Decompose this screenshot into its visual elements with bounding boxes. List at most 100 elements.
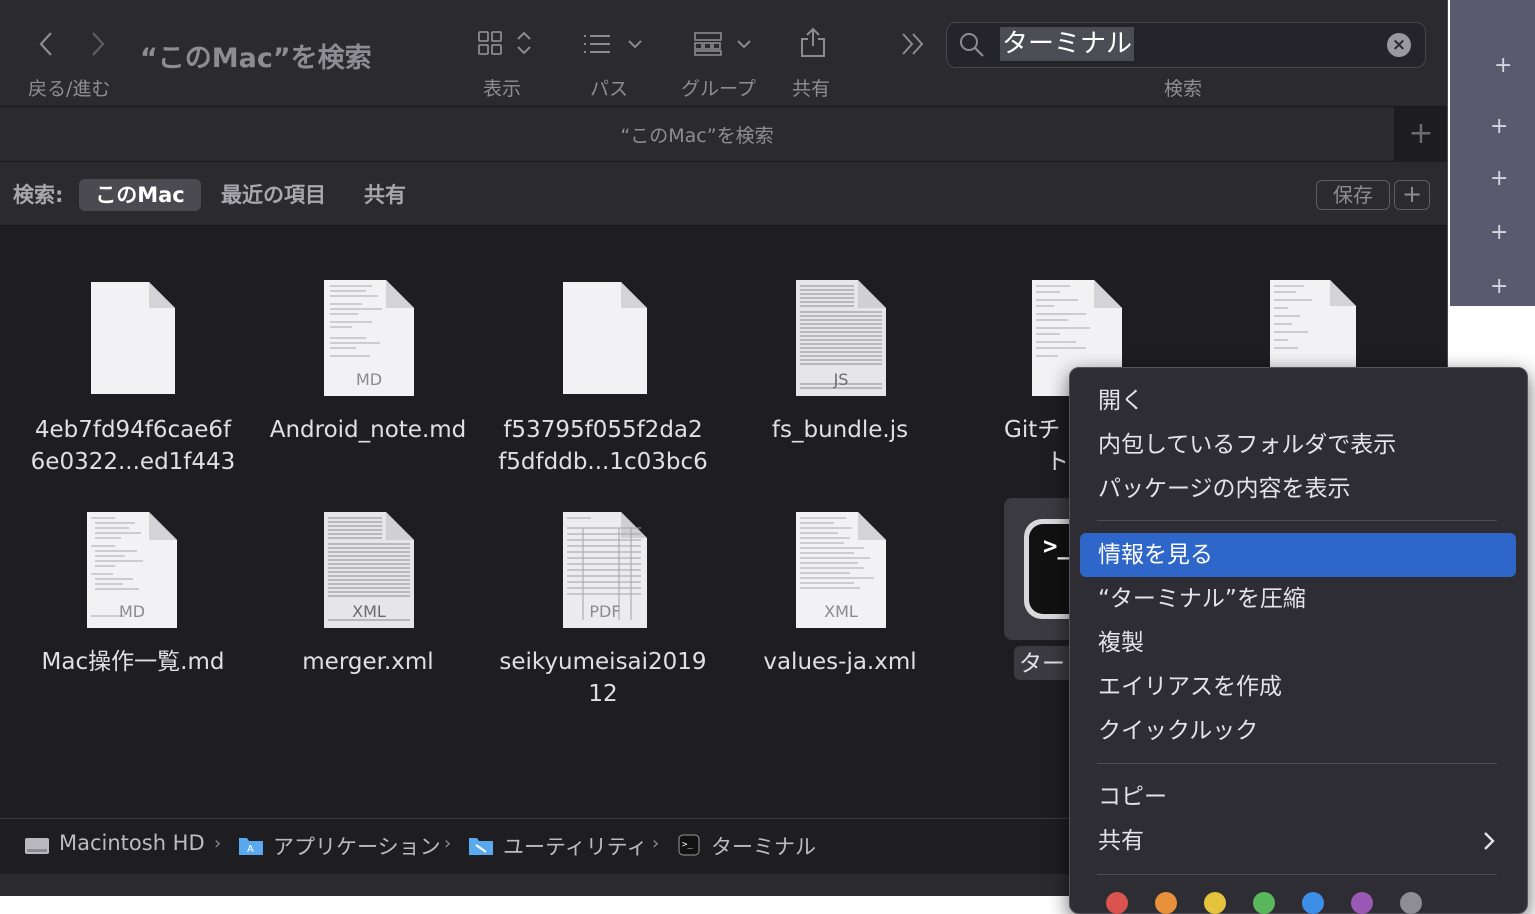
file-item[interactable]: PDF seikyumeisai2019 12 — [485, 510, 721, 710]
terminal-prompt: >_ — [1043, 532, 1072, 560]
file-name: f53795f055f2da2 — [503, 417, 703, 443]
window-title: “このMac”を検索 — [140, 43, 372, 74]
path-list-icon[interactable] — [582, 32, 646, 56]
file-name: Mac操作一覧.md — [41, 649, 225, 675]
svg-text:>_: >_ — [682, 840, 693, 850]
chevron-right-icon: › — [652, 833, 660, 854]
view-grid-icon[interactable] — [478, 30, 534, 60]
search-label: 検索 — [1164, 78, 1203, 100]
menu-item-show-in-enclosing-folder[interactable]: 内包しているフォルダで表示 — [1098, 423, 1396, 467]
path-label: パス — [590, 78, 629, 100]
file-name-line2: 12 — [588, 681, 618, 707]
scope-recent-button[interactable]: 最近の項目 — [221, 179, 326, 209]
hard-drive-icon — [25, 838, 49, 854]
menu-separator — [1097, 520, 1497, 521]
file-type-badge: PDF — [589, 602, 621, 621]
file-name: Android_note.md — [269, 417, 467, 443]
path-item-utilities[interactable]: ユーティリティ — [503, 831, 647, 861]
search-field[interactable]: ターミナル × — [946, 22, 1426, 68]
utilities-folder-icon — [469, 838, 493, 855]
file-type-badge: JS — [833, 370, 849, 389]
search-scope-bar: 検索: このMac 最近の項目 共有 — [0, 162, 1447, 226]
desktop-pattern-icon: + — [1490, 114, 1509, 139]
tag-yellow-icon[interactable] — [1204, 892, 1226, 914]
menu-item-get-info[interactable]: 情報を見る — [1098, 533, 1213, 577]
menu-item-quick-look[interactable]: クイックルック — [1098, 709, 1258, 753]
group-icon[interactable] — [694, 30, 756, 58]
new-tab-button[interactable]: + — [1394, 107, 1447, 163]
share-icon[interactable] — [800, 26, 826, 58]
menu-item-open[interactable]: 開く — [1098, 379, 1144, 423]
desktop-pattern-icon: + — [1494, 53, 1513, 78]
menu-item-duplicate[interactable]: 複製 — [1098, 621, 1144, 665]
terminal-small-icon: >_ — [678, 834, 700, 856]
add-criteria-button[interactable]: + — [1394, 180, 1430, 210]
svg-text:A: A — [247, 844, 254, 855]
tag-green-icon[interactable] — [1253, 892, 1275, 914]
file-type-badge: MD — [118, 602, 146, 621]
scope-this-mac-button[interactable]: このMac — [79, 179, 201, 211]
path-item-applications[interactable]: アプリケーション — [273, 831, 441, 861]
forward-icon[interactable] — [88, 30, 108, 58]
scope-label: 検索: — [13, 183, 64, 207]
save-search-button[interactable]: 保存 — [1316, 180, 1390, 210]
tag-orange-icon[interactable] — [1155, 892, 1177, 914]
desktop-pattern-icon: + — [1490, 220, 1509, 245]
file-item[interactable]: MD Mac操作一覧.md — [15, 510, 251, 710]
desktop-background: + + + + + — [1450, 0, 1535, 306]
file-name: seikyumeisai2019 — [499, 649, 707, 675]
back-forward-label: 戻る/進む — [28, 78, 111, 100]
document-icon — [563, 282, 647, 394]
file-name: ター — [1019, 651, 1065, 677]
tag-purple-icon[interactable] — [1351, 892, 1373, 914]
document-icon — [91, 282, 175, 394]
toolbar: 戻る/進む “このMac”を検索 表示 パス グループ 共有 ターミナル × 検… — [0, 0, 1447, 106]
file-type-badge: MD — [355, 370, 383, 389]
tab-bar: “このMac”を検索 + — [0, 106, 1447, 163]
group-label: グループ — [681, 78, 756, 100]
file-item[interactable]: MD Android_note.md — [250, 278, 486, 478]
file-name-line2: f5dfddb...1c03bc6 — [498, 449, 708, 475]
path-item-macintosh-hd[interactable]: Macintosh HD — [59, 831, 205, 855]
file-item[interactable]: f53795f055f2da2 f5dfddb...1c03bc6 — [485, 278, 721, 478]
view-label: 表示 — [483, 78, 522, 100]
menu-separator — [1097, 874, 1497, 875]
back-icon[interactable] — [36, 30, 56, 58]
file-type-badge: XML — [352, 602, 386, 621]
clear-search-icon[interactable]: × — [1387, 33, 1411, 57]
file-name: merger.xml — [302, 649, 434, 675]
file-item[interactable]: XML values-ja.xml — [722, 510, 958, 710]
file-name: fs_bundle.js — [771, 417, 909, 443]
menu-item-show-package-contents[interactable]: パッケージの内容を表示 — [1098, 467, 1351, 511]
tab-search-this-mac[interactable]: “このMac”を検索 — [0, 121, 1394, 148]
desktop-pattern-icon: + — [1490, 274, 1509, 299]
menu-item-share[interactable]: 共有 — [1098, 819, 1144, 863]
context-menu: 開く 内包しているフォルダで表示 パッケージの内容を表示 情報を見る “ターミナ… — [1069, 367, 1528, 914]
search-input[interactable]: ターミナル — [1000, 27, 1135, 61]
file-name: 4eb7fd94f6cae6f — [34, 417, 232, 443]
chevron-double-right-icon[interactable] — [900, 32, 928, 56]
menu-separator — [1097, 763, 1497, 764]
chevron-right-icon: › — [444, 833, 452, 854]
file-item[interactable] — [1194, 278, 1430, 370]
tag-blue-icon[interactable] — [1302, 892, 1324, 914]
path-item-terminal[interactable]: ターミナル — [711, 831, 816, 861]
menu-item-compress[interactable]: “ターミナル”を圧縮 — [1098, 577, 1306, 621]
tag-gray-icon[interactable] — [1400, 892, 1422, 914]
file-item[interactable]: JS fs_bundle.js — [722, 278, 958, 478]
menu-item-make-alias[interactable]: エイリアスを作成 — [1098, 665, 1282, 709]
file-type-badge: XML — [824, 602, 858, 621]
scope-shared-button[interactable]: 共有 — [364, 179, 406, 209]
file-name: values-ja.xml — [763, 649, 917, 675]
file-item[interactable]: 4eb7fd94f6cae6f 6e0322...ed1f443 — [15, 278, 251, 478]
file-item[interactable]: XML merger.xml — [250, 510, 486, 710]
search-icon — [960, 33, 984, 57]
document-icon — [1270, 280, 1356, 370]
desktop-pattern-icon: + — [1490, 166, 1509, 191]
chevron-right-icon — [1484, 832, 1495, 850]
share-label: 共有 — [792, 78, 831, 100]
applications-folder-icon: A — [239, 838, 263, 855]
file-name-line2: 6e0322...ed1f443 — [30, 449, 236, 475]
menu-item-copy[interactable]: コピー — [1098, 775, 1167, 819]
tag-red-icon[interactable] — [1106, 892, 1128, 914]
